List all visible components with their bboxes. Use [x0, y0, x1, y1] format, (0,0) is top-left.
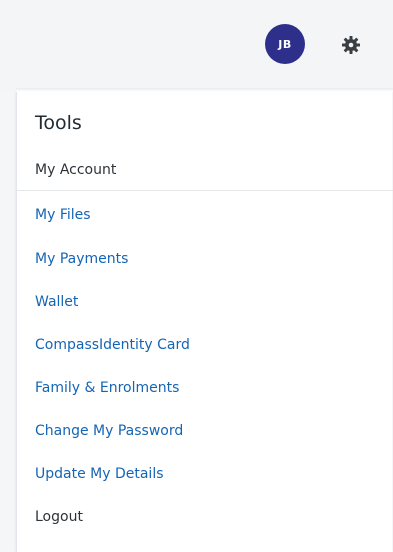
- menu-item-my-files[interactable]: My Files: [35, 207, 91, 223]
- user-avatar[interactable]: JB: [265, 24, 305, 64]
- avatar-initials: JB: [278, 37, 292, 51]
- my-account-label[interactable]: My Account: [35, 162, 116, 178]
- menu-item-logout[interactable]: Logout: [35, 509, 83, 525]
- menu-item-wallet[interactable]: Wallet: [35, 294, 78, 310]
- menu-item-update-details[interactable]: Update My Details: [35, 466, 164, 482]
- menu-item-family-enrolments[interactable]: Family & Enrolments: [35, 380, 179, 396]
- menu-title: Tools: [35, 112, 82, 134]
- gear-icon[interactable]: [340, 34, 362, 56]
- menu-item-compass-identity-card[interactable]: CompassIdentity Card: [35, 337, 190, 353]
- menu-item-change-password[interactable]: Change My Password: [35, 423, 183, 439]
- top-bar: JB: [0, 0, 393, 92]
- divider: [17, 190, 393, 191]
- tools-menu: Tools My Account My Files My Payments Wa…: [16, 88, 393, 552]
- menu-item-my-payments[interactable]: My Payments: [35, 251, 128, 267]
